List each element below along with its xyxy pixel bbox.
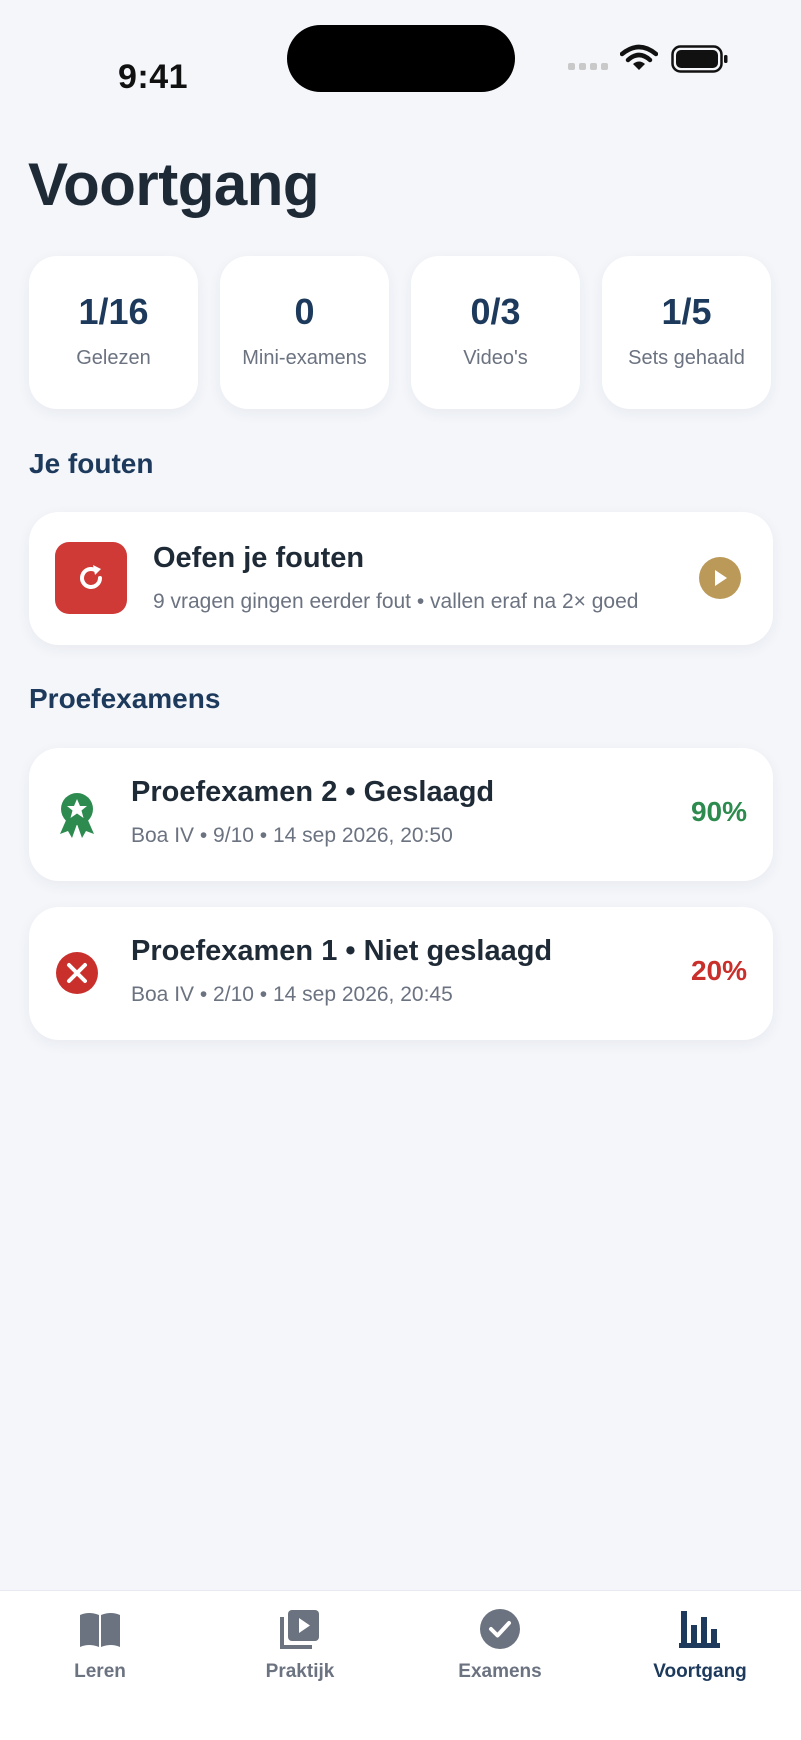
stat-card-videos: 0/3 Video's <box>411 256 580 409</box>
retry-icon <box>55 542 127 614</box>
exam-result-row[interactable]: Proefexamen 2 • Geslaagd Boa IV • 9/10 •… <box>29 748 773 881</box>
status-bar: 9:41 <box>0 0 801 110</box>
tab-label: Leren <box>74 1661 126 1682</box>
wifi-icon <box>619 44 659 77</box>
stat-label: Sets gehaald <box>628 347 745 369</box>
battery-icon <box>671 45 729 78</box>
close-circle-icon <box>55 951 99 995</box>
stats-row: 1/16 Gelezen 0 Mini-examens 0/3 Video's … <box>29 256 773 409</box>
stat-label: Gelezen <box>76 347 151 369</box>
tab-voortgang[interactable]: Voortgang <box>600 1605 800 1683</box>
practice-mistakes-title: Oefen je fouten <box>153 542 365 574</box>
stat-card-read: 1/16 Gelezen <box>29 256 198 409</box>
section-title-mistakes: Je fouten <box>29 448 154 479</box>
tab-label: Voortgang <box>653 1661 747 1682</box>
tab-label: Examens <box>458 1661 542 1682</box>
play-icon[interactable] <box>699 557 741 599</box>
stat-value: 0/3 <box>470 291 521 332</box>
practice-mistakes-card[interactable]: Oefen je fouten 9 vragen gingen eerder f… <box>29 512 773 645</box>
stat-value: 1/5 <box>661 291 712 332</box>
dynamic-island <box>287 25 515 92</box>
exam-title: Proefexamen 1 • Niet geslaagd <box>131 935 553 967</box>
exam-meta: Boa IV • 2/10 • 14 sep 2026, 20:45 <box>131 983 453 1006</box>
stat-value: 0 <box>294 291 315 332</box>
stat-label: Mini-examens <box>242 347 367 369</box>
practice-mistakes-subtitle: 9 vragen gingen eerder fout • vallen era… <box>153 590 639 613</box>
cellular-signal-icon <box>568 63 608 70</box>
tab-label: Praktijk <box>265 1661 335 1682</box>
award-icon <box>55 792 99 838</box>
book-icon <box>78 1605 122 1653</box>
tab-examens[interactable]: Examens <box>400 1605 600 1683</box>
section-title-exams: Proefexamens <box>29 683 221 714</box>
exam-title: Proefexamen 2 • Geslaagd <box>131 776 495 808</box>
video-library-icon <box>279 1605 321 1653</box>
page-title: Voortgang <box>28 151 320 218</box>
status-time: 9:41 <box>118 58 189 96</box>
bar-chart-icon <box>679 1605 721 1653</box>
tab-praktijk[interactable]: Praktijk <box>200 1605 400 1683</box>
exam-score: 20% <box>690 955 747 986</box>
exam-score: 90% <box>690 796 747 827</box>
stat-value: 1/16 <box>78 291 149 332</box>
exam-result-row[interactable]: Proefexamen 1 • Niet geslaagd Boa IV • 2… <box>29 907 773 1040</box>
tab-leren[interactable]: Leren <box>0 1605 200 1683</box>
tab-bar: Leren Praktijk Examens Voortgang <box>0 1590 801 1740</box>
stat-card-sets: 1/5 Sets gehaald <box>602 256 771 409</box>
stat-label: Video's <box>463 347 528 369</box>
stat-card-mini-exams: 0 Mini-examens <box>220 256 389 409</box>
exam-meta: Boa IV • 9/10 • 14 sep 2026, 20:50 <box>131 824 453 847</box>
check-circle-icon <box>479 1605 521 1653</box>
